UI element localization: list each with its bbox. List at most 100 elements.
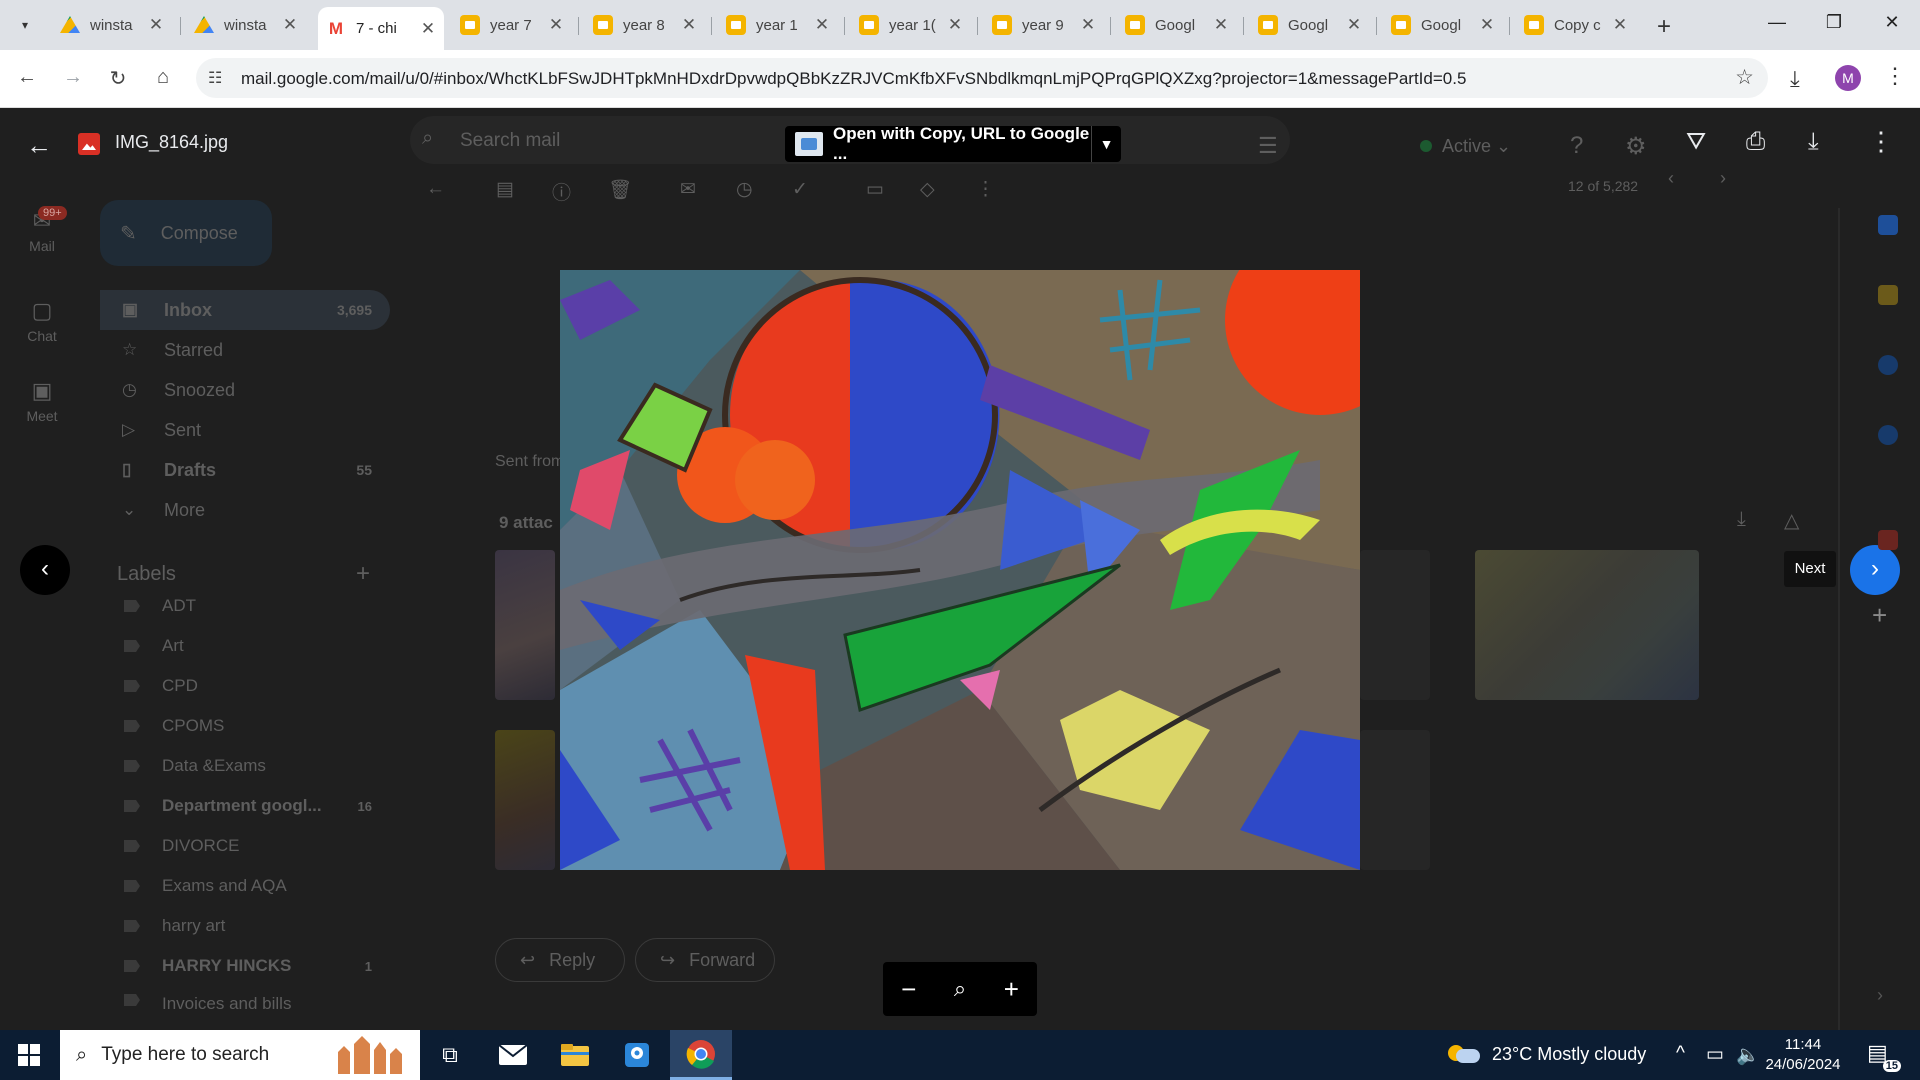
back-to-inbox-icon[interactable]: ←: [426, 178, 445, 200]
attachment-thumbnail[interactable]: [495, 550, 555, 700]
zoom-in-icon[interactable]: +: [991, 974, 1031, 1005]
attachment-thumbnail[interactable]: [495, 730, 555, 870]
attachment-thumbnail[interactable]: [1360, 730, 1430, 870]
download-icon[interactable]: ⤓: [1808, 128, 1819, 156]
label-item[interactable]: ADT: [100, 586, 390, 626]
label-item[interactable]: Invoices and bills: [100, 986, 390, 1012]
minimize-icon[interactable]: —: [1765, 12, 1789, 33]
tab-close-icon[interactable]: ✕: [282, 15, 298, 35]
new-tab-button[interactable]: +: [1652, 13, 1676, 41]
label-item[interactable]: CPOMS: [100, 706, 390, 746]
open-with-dropdown-icon[interactable]: ▼: [1091, 126, 1121, 162]
delete-icon[interactable]: 🗑: [608, 178, 632, 202]
keep-icon[interactable]: [1878, 285, 1898, 305]
address-bar[interactable]: ☷ mail.google.com/mail/u/0/#inbox/WhctKL…: [196, 58, 1768, 98]
task-view-icon[interactable]: ⧉: [435, 1040, 465, 1070]
home-icon[interactable]: ⌂: [150, 66, 176, 89]
zoom-out-icon[interactable]: −: [889, 974, 929, 1005]
folder-drafts[interactable]: ▯ Drafts 55: [100, 450, 390, 490]
print-icon[interactable]: ⎙: [1746, 128, 1765, 156]
forward-button[interactable]: ↪ Forward: [635, 938, 775, 982]
tab-close-icon[interactable]: ✕: [148, 15, 164, 35]
label-item[interactable]: Data &Exams: [100, 746, 390, 786]
browser-tab[interactable]: year 1( ✕: [851, 7, 971, 43]
label-item[interactable]: harry art: [100, 906, 390, 946]
back-icon[interactable]: ←: [14, 66, 40, 89]
browser-tab-active[interactable]: M 7 - chi ✕: [318, 7, 444, 50]
rail-meet[interactable]: ▣ Meet: [0, 378, 84, 424]
close-viewer-back-icon[interactable]: ←: [26, 130, 52, 161]
hide-side-panel-chevron-icon[interactable]: ›: [1877, 985, 1883, 1006]
label-item[interactable]: CPD: [100, 666, 390, 706]
add-to-drive-icon[interactable]: ⛛: [1686, 128, 1706, 156]
browser-tab[interactable]: year 1 ✕: [718, 7, 838, 43]
browser-tab[interactable]: winsta ✕: [52, 7, 172, 43]
folder-more[interactable]: ⌄ More: [100, 490, 390, 530]
calendar-icon[interactable]: [1878, 215, 1898, 235]
archive-icon[interactable]: ▤: [496, 178, 514, 201]
tab-close-icon[interactable]: ✕: [420, 19, 436, 39]
tab-search-chevron-icon[interactable]: ▾: [13, 13, 37, 37]
label-item[interactable]: Department googl... 16: [100, 786, 390, 826]
reload-icon[interactable]: ↻: [105, 66, 131, 91]
download-all-icon[interactable]: ⤓: [1737, 508, 1746, 531]
site-info-icon[interactable]: ☷: [208, 68, 222, 88]
browser-tab[interactable]: year 8 ✕: [585, 7, 705, 43]
contacts-icon[interactable]: [1878, 425, 1898, 445]
browser-tab[interactable]: Googl ✕: [1117, 7, 1237, 43]
rail-chat[interactable]: ▢ Chat: [0, 298, 84, 344]
url-text[interactable]: mail.google.com/mail/u/0/#inbox/WhctKLbF…: [241, 69, 1466, 89]
notification-center-icon[interactable]: ▤ 15: [1867, 1040, 1901, 1072]
network-icon[interactable]: ▭: [1706, 1043, 1724, 1066]
tab-close-icon[interactable]: ✕: [1080, 15, 1096, 35]
taskbar-clock[interactable]: 11:44 24/06/2024: [1748, 1035, 1858, 1075]
tab-close-icon[interactable]: ✕: [814, 15, 830, 35]
browser-tab[interactable]: Copy c ✕: [1516, 7, 1636, 43]
bookmark-star-icon[interactable]: ☆: [1735, 65, 1754, 90]
browser-tab[interactable]: year 7 ✕: [452, 7, 572, 43]
browser-tab[interactable]: Googl ✕: [1383, 7, 1503, 43]
attachment-thumbnail[interactable]: [1475, 550, 1699, 700]
reply-button[interactable]: ↩ Reply: [495, 938, 625, 982]
mark-unread-icon[interactable]: ✉: [680, 178, 696, 201]
profile-avatar[interactable]: M: [1835, 65, 1861, 91]
tasks-icon[interactable]: [1878, 355, 1898, 375]
label-item[interactable]: Exams and AQA: [100, 866, 390, 906]
previous-image-button[interactable]: ‹: [20, 545, 70, 595]
next-image-button[interactable]: ›: [1850, 545, 1900, 595]
label-item[interactable]: HARRY HINCKS 1: [100, 946, 390, 986]
close-window-icon[interactable]: ✕: [1880, 12, 1904, 33]
mail-app-icon[interactable]: [498, 1040, 528, 1070]
forward-icon[interactable]: →: [60, 66, 86, 89]
report-spam-icon[interactable]: ⓘ: [552, 178, 571, 205]
tab-close-icon[interactable]: ✕: [548, 15, 564, 35]
tab-close-icon[interactable]: ✕: [1612, 15, 1628, 35]
folder-sent[interactable]: ▷ Sent: [100, 410, 390, 450]
browser-menu-icon[interactable]: ⋮: [1884, 63, 1906, 89]
taskbar-search-box[interactable]: ⌕ Type here to search: [60, 1030, 420, 1080]
browser-tab[interactable]: year 9 ✕: [984, 7, 1104, 43]
tab-close-icon[interactable]: ✕: [1479, 15, 1495, 35]
snooze-icon[interactable]: ◷: [736, 178, 753, 201]
tray-chevron-up-icon[interactable]: ^: [1676, 1043, 1685, 1065]
browser-tab[interactable]: winsta ✕: [186, 7, 306, 43]
browser-tab[interactable]: Googl ✕: [1250, 7, 1370, 43]
label-item[interactable]: Art: [100, 626, 390, 666]
move-to-icon[interactable]: ▭: [866, 178, 884, 201]
weather-widget[interactable]: 23°C Mostly cloudy: [1448, 1043, 1646, 1065]
more-options-icon[interactable]: ⋮: [976, 178, 995, 201]
folder-inbox[interactable]: ▣ Inbox 3,695: [100, 290, 390, 330]
windows-start-icon[interactable]: [18, 1044, 40, 1066]
tab-close-icon[interactable]: ✕: [681, 15, 697, 35]
chrome-taskbar-icon[interactable]: [670, 1030, 732, 1080]
maps-app-icon[interactable]: [622, 1040, 652, 1070]
save-to-drive-icon[interactable]: △: [1784, 508, 1799, 533]
restore-icon[interactable]: ❐: [1822, 12, 1846, 33]
folder-snoozed[interactable]: ◷ Snoozed: [100, 370, 390, 410]
downloads-icon[interactable]: ⤓: [1790, 66, 1800, 92]
tab-close-icon[interactable]: ✕: [1346, 15, 1362, 35]
label-item[interactable]: DIVORCE: [100, 826, 390, 866]
addon-icon[interactable]: [1878, 530, 1898, 550]
zoom-reset-magnifier-icon[interactable]: ⌕: [940, 976, 980, 1002]
viewer-more-icon[interactable]: ⋮: [1868, 126, 1894, 157]
